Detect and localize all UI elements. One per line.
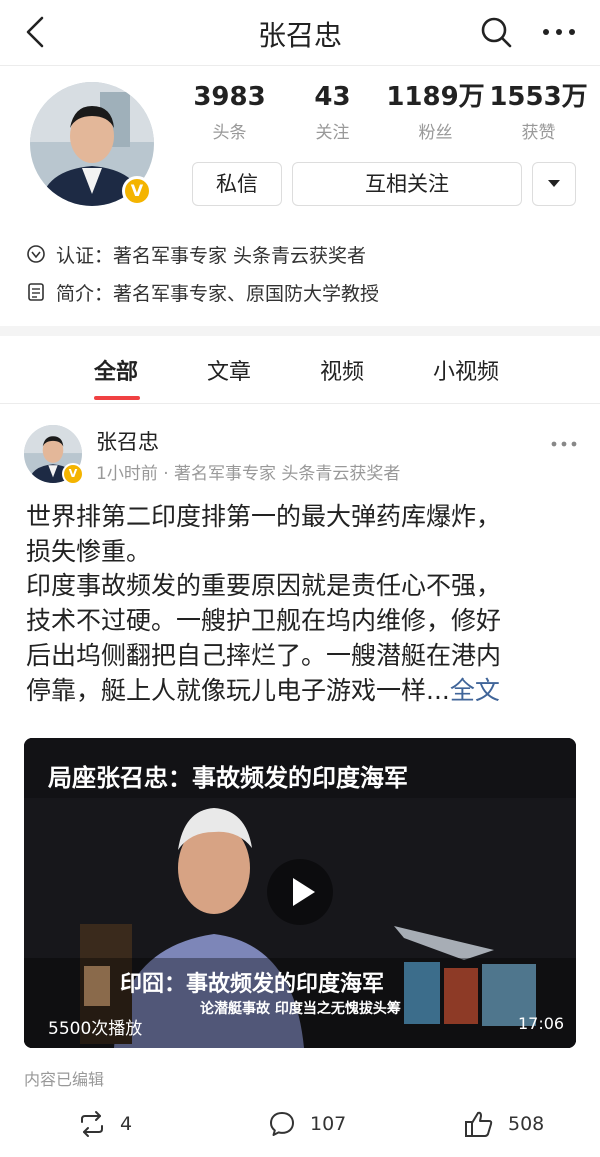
- top-bar: 张召忠: [0, 0, 600, 66]
- like-button[interactable]: 508: [464, 1105, 544, 1143]
- post-more-button[interactable]: [548, 432, 580, 456]
- document-icon: [28, 283, 44, 301]
- comment-button[interactable]: 107: [268, 1105, 346, 1143]
- caret-down-icon: [548, 180, 560, 187]
- comment-count: 107: [310, 1113, 347, 1135]
- tab-articles[interactable]: 文章: [207, 354, 251, 386]
- search-button[interactable]: [478, 14, 514, 50]
- verified-badge-icon: V: [62, 463, 84, 485]
- stat-followers[interactable]: 1189万 粉丝: [384, 80, 487, 150]
- post-author-avatar[interactable]: V: [24, 425, 84, 485]
- stat-following[interactable]: 43 关注: [281, 80, 384, 150]
- video-duration: 17:06: [518, 1014, 565, 1033]
- active-tab-indicator: [94, 396, 140, 400]
- section-divider: [0, 326, 600, 336]
- more-dots-icon: [551, 441, 577, 447]
- verified-badge-icon: V: [122, 176, 152, 206]
- video-player[interactable]: 局座张召忠：事故频发的印度海军 印囧：事故频发的印度海军 论潜艇事故 印度当之无…: [24, 738, 576, 1048]
- like-count: 508: [508, 1113, 545, 1135]
- search-icon: [481, 17, 512, 48]
- repost-icon: [81, 1111, 103, 1137]
- video-title: 局座张召忠：事故频发的印度海军: [48, 764, 408, 792]
- share-button[interactable]: 4: [78, 1105, 132, 1143]
- more-dots-icon: [543, 29, 575, 35]
- content-tabs: 全部 文章 视频 小视频: [0, 336, 600, 404]
- stat-posts[interactable]: 3983 头条: [178, 80, 281, 150]
- full-text-link[interactable]: 全文: [450, 676, 500, 705]
- intro-row: 简介：著名军事专家、原国防大学教授: [26, 277, 379, 307]
- message-button[interactable]: 私信: [192, 162, 282, 206]
- profile-avatar[interactable]: V: [30, 82, 154, 206]
- intro-text: 简介：著名军事专家、原国防大学教授: [56, 282, 380, 305]
- post-meta: 1小时前 · 著名军事专家 头条青云获奖者: [96, 464, 401, 484]
- post-author-name[interactable]: 张召忠: [96, 426, 159, 456]
- comment-icon: [270, 1112, 294, 1136]
- follow-button[interactable]: 互相关注: [292, 162, 522, 206]
- certification-row: 认证：著名军事专家 头条青云获奖者: [26, 239, 366, 269]
- stat-likes[interactable]: 1553万 获赞: [487, 80, 590, 150]
- verified-check-icon: [27, 245, 45, 263]
- thumbs-up-icon: [465, 1111, 493, 1137]
- play-button[interactable]: [267, 859, 333, 925]
- video-caption: 印囧：事故频发的印度海军: [120, 972, 385, 997]
- post-text[interactable]: 世界排第二印度排第一的最大弹药库爆炸， 损失惨重。 印度事故频发的重要原因就是责…: [26, 500, 578, 708]
- profile-stats: 3983 头条 43 关注 1189万 粉丝 1553万 获赞: [178, 80, 590, 150]
- recommend-dropdown-button[interactable]: [532, 162, 576, 206]
- certification-text: 认证：著名军事专家 头条青云获奖者: [56, 244, 367, 267]
- video-view-count: 5500次播放: [48, 1019, 143, 1039]
- edited-note: 内容已编辑: [24, 1070, 105, 1089]
- more-menu-button[interactable]: [538, 14, 580, 50]
- share-count: 4: [120, 1113, 133, 1135]
- tab-short-videos[interactable]: 小视频: [433, 354, 499, 386]
- play-icon: [293, 878, 315, 906]
- tab-all[interactable]: 全部: [94, 354, 138, 386]
- tab-videos[interactable]: 视频: [320, 354, 364, 386]
- video-subcaption: 论潜艇事故 印度当之无愧拔头筹: [200, 1001, 401, 1017]
